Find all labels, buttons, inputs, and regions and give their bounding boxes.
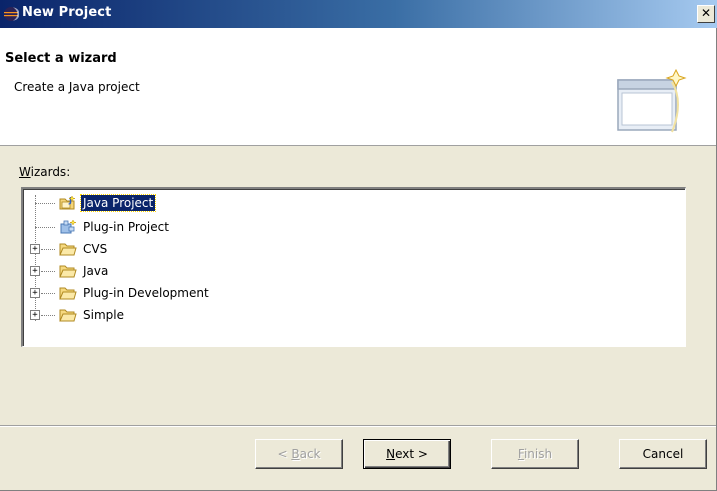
new-project-dialog: New Project ✕ Select a wizard Create a J… bbox=[0, 0, 717, 491]
tree-item-label: Java Project bbox=[79, 194, 157, 212]
cancel-button-label: Cancel bbox=[642, 447, 684, 461]
eclipse-icon bbox=[4, 7, 19, 21]
folder-icon bbox=[59, 287, 77, 300]
close-icon: ✕ bbox=[700, 6, 712, 20]
tree-connector bbox=[41, 315, 55, 317]
expand-toggle[interactable]: + bbox=[30, 310, 40, 320]
tree-item-label: Java bbox=[83, 264, 109, 278]
tree-item-label: Plug-in Development bbox=[83, 286, 209, 300]
finish-button-rest: inish bbox=[523, 447, 553, 461]
close-button[interactable]: ✕ bbox=[697, 5, 715, 23]
cancel-button[interactable]: Cancel bbox=[619, 439, 707, 469]
wizard-banner: Select a wizard Create a Java project bbox=[0, 28, 716, 146]
tree-connector bbox=[35, 203, 55, 205]
tree-connector bbox=[41, 293, 55, 295]
next-button-mnemonic: N bbox=[386, 447, 396, 461]
expand-toggle[interactable]: + bbox=[30, 288, 40, 298]
next-button[interactable]: Next > bbox=[363, 439, 451, 469]
tree-item-plugin-project[interactable]: Plug-in Project bbox=[23, 216, 683, 238]
tree-item-label: CVS bbox=[83, 242, 108, 256]
tree-item-plugin-development[interactable]: + Plug-in Development bbox=[23, 282, 683, 304]
tree-connector bbox=[41, 271, 55, 273]
folder-icon bbox=[59, 309, 77, 322]
tree-item-cvs[interactable]: + CVS bbox=[23, 238, 683, 260]
banner-description: Create a Java project bbox=[14, 80, 140, 94]
folder-icon bbox=[59, 243, 77, 256]
tree-item-label: Simple bbox=[83, 308, 124, 322]
tree-item-simple[interactable]: + Simple bbox=[23, 304, 683, 326]
finish-button[interactable]: Finish bbox=[491, 439, 579, 469]
expand-toggle[interactable]: + bbox=[30, 244, 40, 254]
banner-heading: Select a wizard bbox=[5, 51, 117, 66]
plugin-project-icon bbox=[60, 219, 77, 234]
next-button-rest: ext > bbox=[395, 447, 428, 461]
back-button-rest: ack bbox=[299, 447, 321, 461]
expand-toggle[interactable]: + bbox=[30, 266, 40, 276]
button-bar-separator bbox=[0, 425, 716, 427]
wizards-tree[interactable]: J Java Project Plug-in Project + CVS + J… bbox=[21, 187, 686, 347]
title-bar[interactable]: New Project ✕ bbox=[0, 0, 717, 28]
java-project-icon: J bbox=[59, 195, 76, 210]
folder-icon bbox=[59, 265, 77, 278]
tree-item-java-project[interactable]: J Java Project bbox=[23, 192, 683, 214]
back-button-prefix: < bbox=[277, 447, 292, 461]
tree-item-java[interactable]: + Java bbox=[23, 260, 683, 282]
tree-item-label: Plug-in Project bbox=[83, 220, 169, 234]
window-title: New Project bbox=[22, 5, 112, 20]
wizards-label-rest: izards: bbox=[30, 165, 71, 179]
wizards-label-mnemonic: W bbox=[19, 165, 31, 179]
tree-connector bbox=[35, 227, 55, 229]
tree-connector bbox=[41, 249, 55, 251]
back-button-mnemonic: B bbox=[291, 447, 300, 461]
new-wizard-window-icon bbox=[617, 68, 687, 133]
wizards-label: Wizards: bbox=[19, 165, 70, 179]
back-button[interactable]: < Back bbox=[255, 439, 343, 469]
